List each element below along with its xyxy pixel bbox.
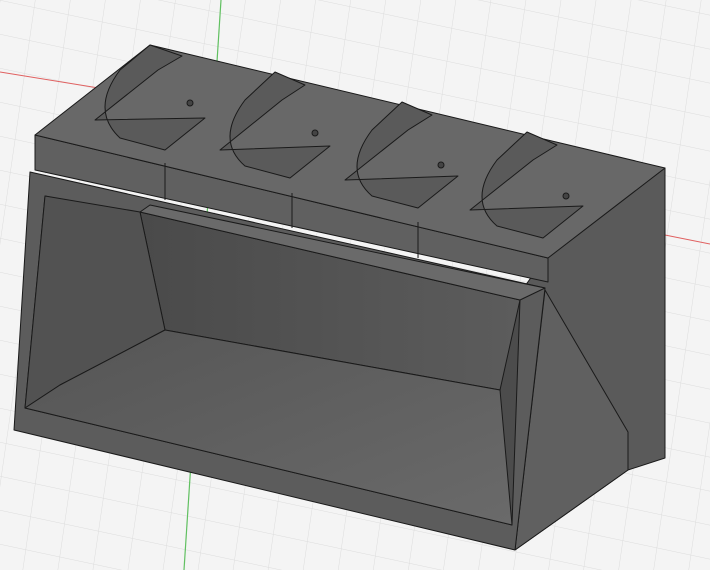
3d-viewport-canvas[interactable] xyxy=(0,0,710,570)
pin-hole-1 xyxy=(186,99,194,107)
viewport-svg[interactable] xyxy=(0,0,710,570)
pin-hole-3 xyxy=(437,161,445,169)
pin-hole-4 xyxy=(562,192,570,200)
pin-hole-2 xyxy=(311,129,319,137)
